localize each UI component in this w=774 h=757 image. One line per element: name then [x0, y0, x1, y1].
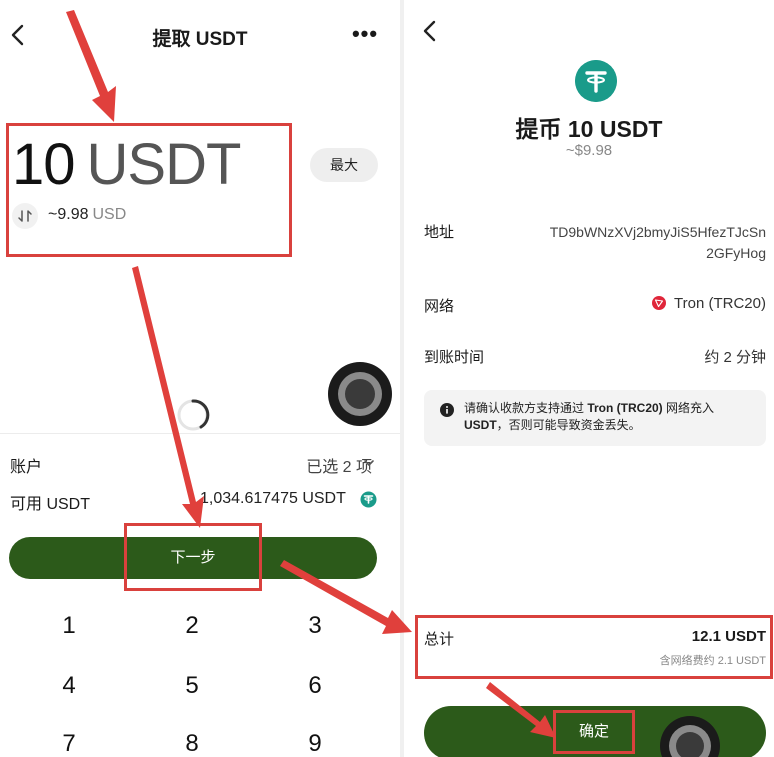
loading-spinner-icon [177, 399, 210, 431]
keypad-key[interactable]: 9 [295, 730, 335, 757]
floating-assistive-button[interactable] [328, 362, 392, 426]
notice-text-part: ，否则可能导致资金丢失。 [496, 418, 641, 432]
notice-text-part: 请确认收款方支持通过 [464, 401, 588, 415]
address-line: 2GFyHog [706, 245, 766, 261]
withdraw-confirm-screen: 提币 10 USDT ~$9.98 地址 TD9bWNzXVj2bmyJiS5H… [404, 0, 774, 757]
notice-text-part: 网络充入 [662, 401, 715, 415]
keypad-key[interactable]: 3 [295, 612, 335, 640]
tron-network-icon [652, 296, 666, 310]
usdt-token-icon [575, 60, 617, 102]
more-options-icon[interactable]: ••• [348, 20, 382, 48]
account-label: 账户 [10, 459, 43, 476]
available-balance: 1,034.617475 USDT [200, 490, 346, 507]
network-value: Tron (TRC20) [674, 295, 766, 312]
withdraw-amount-screen: 提取 USDT ••• 10 USDT ~9.98 USD 最大 账户 已选 2 项… [0, 0, 400, 757]
keypad-key[interactable]: 2 [172, 612, 212, 640]
network-label: 网络 [424, 298, 455, 315]
available-label: 可用 USDT [10, 496, 91, 513]
notice-token-bold: USDT [464, 418, 497, 432]
divider [0, 433, 400, 434]
arrival-time-value: 约 2 分钟 [704, 349, 766, 366]
total-highlight-box [415, 615, 773, 679]
page-title: 提取 USDT [152, 29, 248, 50]
usdt-token-icon [360, 491, 377, 508]
keypad-key[interactable]: 1 [49, 612, 89, 640]
max-button[interactable]: 最大 [310, 148, 378, 182]
address-line: TD9bWNzXVj2bmyJiS5HfezTJcSn [549, 224, 766, 240]
keypad-key[interactable]: 4 [49, 672, 89, 700]
chevron-down-icon[interactable] [362, 456, 376, 470]
next-step-highlight-box [124, 523, 262, 591]
confirm-fiat-value: ~$9.98 [565, 142, 613, 159]
keypad-key[interactable]: 5 [172, 672, 212, 700]
info-icon [440, 403, 454, 417]
keypad-key[interactable]: 7 [49, 730, 89, 757]
back-arrow-icon[interactable] [420, 18, 440, 44]
address-value: TD9bWNzXVj2bmyJiS5HfezTJcSn 2GFyHog [516, 222, 766, 264]
keypad-key[interactable]: 8 [172, 730, 212, 757]
address-label: 地址 [424, 224, 455, 241]
arrival-time-label: 到账时间 [424, 349, 485, 366]
keypad-key[interactable]: 6 [295, 672, 335, 700]
warning-notice-text: 请确认收款方支持通过 Tron (TRC20) 网络充入 USDT，否则可能导致… [464, 400, 758, 434]
confirm-title: 提币 10 USDT [515, 116, 663, 142]
notice-network-bold: Tron (TRC20) [587, 401, 663, 415]
confirm-button[interactable]: 确定 [553, 710, 635, 754]
amount-highlight-box [6, 123, 292, 257]
